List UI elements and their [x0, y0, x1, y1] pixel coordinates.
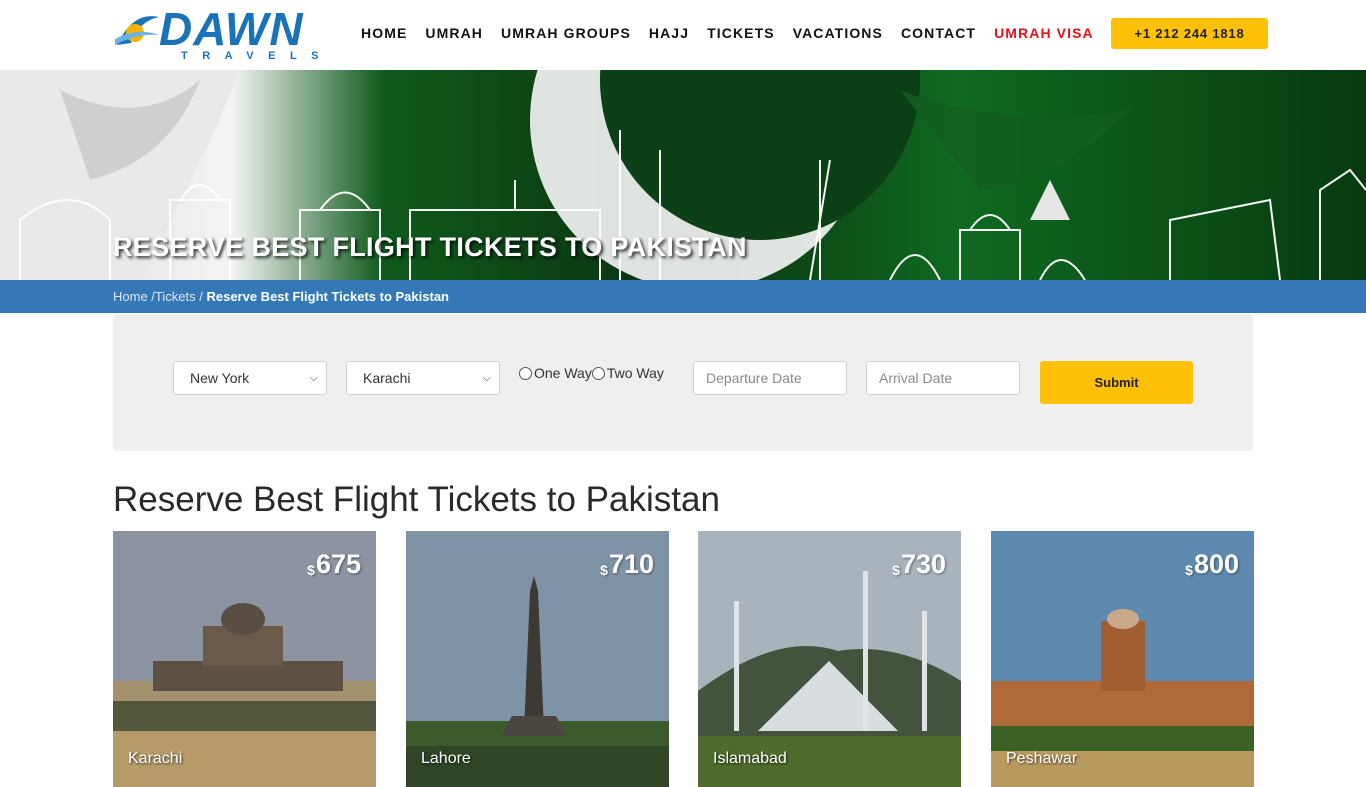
destination-card-lahore[interactable]: $710 Lahore	[406, 531, 669, 787]
nav-umrah-groups[interactable]: UMRAH GROUPS	[501, 25, 631, 41]
chevron-down-icon: ⌵	[309, 371, 318, 384]
logo-swoosh-icon	[115, 16, 159, 45]
to-city-select[interactable]: Karachi ⌵	[346, 361, 500, 395]
phone-button[interactable]: +1 212 244 1818	[1111, 18, 1268, 49]
destination-card-peshawar[interactable]: $800 Peshawar	[991, 531, 1254, 787]
submit-button[interactable]: Submit	[1040, 361, 1193, 404]
city-name: Islamabad	[713, 750, 787, 767]
trip-type-radio-group: One Way Two Way	[519, 365, 664, 381]
departure-date-input[interactable]: Departure Date	[693, 361, 847, 395]
breadcrumb: Home / Tickets / Reserve Best Flight Tic…	[0, 280, 1366, 313]
breadcrumb-tickets[interactable]: Tickets	[155, 289, 196, 304]
city-name: Karachi	[128, 750, 183, 767]
nav-vacations[interactable]: VACATIONS	[793, 25, 883, 41]
flight-search-form: New York ⌵ Karachi ⌵ One Way Two Way Dep…	[113, 314, 1253, 451]
price-label: $675	[307, 549, 361, 579]
nav-umrah[interactable]: UMRAH	[425, 25, 483, 41]
city-name: Peshawar	[1006, 750, 1078, 767]
site-logo[interactable]: DAWN TRAVELS	[113, 3, 345, 63]
breadcrumb-separator: /	[195, 289, 207, 304]
nav-hajj[interactable]: HAJJ	[649, 25, 689, 41]
logo-tagline: TRAVELS	[181, 50, 334, 62]
main-nav: HOME UMRAH UMRAH GROUPS HAJJ TICKETS VAC…	[361, 25, 1112, 41]
site-header: DAWN TRAVELS HOME UMRAH UMRAH GROUPS HAJ…	[0, 0, 1366, 70]
destination-card-karachi[interactable]: $675 Karachi	[113, 531, 376, 787]
from-city-value: New York	[190, 370, 250, 386]
two-way-radio[interactable]	[591, 366, 605, 380]
price-label: $800	[1185, 549, 1239, 579]
chevron-down-icon: ⌵	[482, 371, 491, 384]
arrival-date-input[interactable]: Arrival Date	[866, 361, 1020, 395]
price-label: $730	[892, 549, 946, 579]
nav-tickets[interactable]: TICKETS	[707, 25, 775, 41]
nav-contact[interactable]: CONTACT	[901, 25, 976, 41]
breadcrumb-home[interactable]: Home	[113, 289, 148, 304]
nav-home[interactable]: HOME	[361, 25, 407, 41]
city-name: Lahore	[421, 750, 471, 767]
hero-banner: RESERVE BEST FLIGHT TICKETS TO PAKISTAN	[0, 70, 1366, 280]
breadcrumb-current: Reserve Best Flight Tickets to Pakistan	[206, 289, 449, 304]
two-way-label: Two Way	[606, 365, 664, 381]
logo-wordmark: DAWN	[159, 3, 304, 55]
to-city-value: Karachi	[363, 370, 411, 386]
one-way-label: One Way	[534, 365, 592, 381]
breadcrumb-separator: /	[147, 289, 155, 304]
nav-umrah-visa[interactable]: UMRAH VISA	[994, 25, 1094, 41]
one-way-radio[interactable]	[519, 366, 532, 380]
hero-title: RESERVE BEST FLIGHT TICKETS TO PAKISTAN	[113, 232, 747, 262]
price-label: $710	[600, 549, 654, 579]
from-city-select[interactable]: New York ⌵	[173, 361, 327, 395]
destination-card-islamabad[interactable]: $730 Islamabad	[698, 531, 961, 787]
section-title: Reserve Best Flight Tickets to Pakistan	[113, 480, 720, 519]
